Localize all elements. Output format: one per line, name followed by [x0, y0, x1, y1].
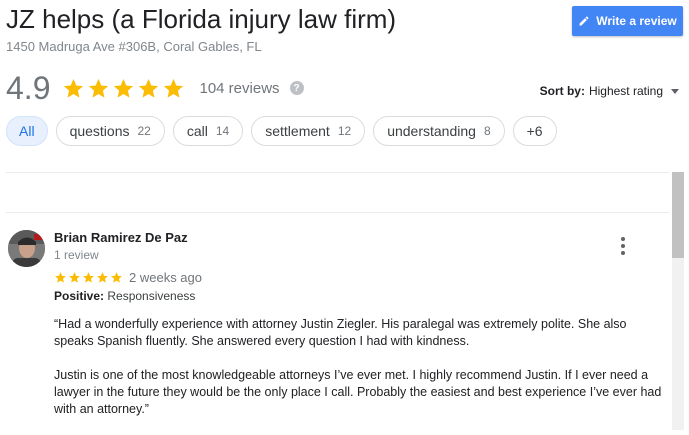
chip-questions[interactable]: questions 22	[55, 116, 165, 146]
topic-chips: All questions 22 call 14 settlement 12 u…	[6, 116, 557, 146]
star-icon	[55, 272, 66, 283]
review-paragraph: “Had a wonderfully experience with attor…	[54, 317, 627, 348]
star-icon	[111, 272, 122, 283]
chip-more[interactable]: +6	[512, 116, 557, 146]
review-stars	[54, 271, 123, 284]
chip-label: questions	[69, 123, 130, 139]
positive-value: Responsiveness	[107, 289, 196, 303]
avatar-photo	[8, 230, 45, 267]
star-icon	[97, 272, 108, 283]
pencil-icon	[579, 16, 589, 26]
chip-count: 14	[215, 124, 230, 138]
chip-count: 8	[483, 124, 491, 138]
sort-value: Highest rating	[588, 84, 663, 98]
chip-label: settlement	[265, 123, 330, 139]
star-icon	[139, 78, 159, 98]
business-address: 1450 Madruga Ave #306B, Coral Gables, FL	[6, 39, 262, 54]
chip-count: 22	[137, 124, 151, 138]
review-paragraph: Justin is one of the most knowledgeable …	[54, 368, 662, 416]
chip-all[interactable]: All	[6, 116, 48, 146]
review-time: 2 weeks ago	[129, 270, 202, 285]
kebab-dot	[621, 237, 625, 241]
review-text: “Had a wonderfully experience with attor…	[54, 316, 664, 435]
chip-label: understanding	[387, 123, 476, 139]
more-options-icon[interactable]	[617, 237, 629, 255]
positive-label: Positive:	[54, 289, 105, 303]
business-title: JZ helps (a Florida injury law firm)	[6, 4, 397, 34]
sort-dropdown[interactable]: Sort by: Highest rating	[540, 84, 679, 98]
divider	[6, 212, 669, 213]
star-icon	[64, 78, 84, 98]
chip-count: 12	[337, 124, 352, 138]
review-meta: 2 weeks ago	[54, 270, 202, 285]
positive-attributes: Positive: Responsiveness	[54, 289, 195, 303]
scrollbar-thumb[interactable]	[672, 172, 684, 258]
star-icon	[114, 78, 134, 98]
chip-settlement[interactable]: settlement 12	[251, 116, 366, 146]
chip-call[interactable]: call 14	[172, 116, 244, 146]
kebab-dot	[621, 244, 625, 248]
chip-label: +6	[526, 123, 543, 139]
chip-label: call	[186, 123, 208, 139]
star-icon	[89, 78, 109, 98]
star-icon	[164, 78, 184, 98]
caret-down-icon	[671, 88, 679, 94]
average-rating: 4.9	[6, 69, 51, 106]
write-review-button[interactable]: Write a review	[572, 6, 683, 36]
sort-label: Sort by:	[539, 84, 585, 98]
rating-summary: 4.9 104 reviews ?	[6, 68, 304, 108]
reviewer-review-count: 1 review	[54, 248, 99, 262]
star-icon	[69, 272, 80, 283]
kebab-dot	[621, 251, 625, 255]
avatar[interactable]	[8, 230, 45, 267]
rating-stars	[62, 77, 185, 100]
star-icon	[83, 272, 94, 283]
chip-label: All	[19, 123, 35, 139]
help-icon[interactable]: ?	[289, 81, 304, 95]
divider	[6, 172, 669, 173]
review-count: 104 reviews	[199, 79, 280, 97]
reviewer-name[interactable]: Brian Ramirez De Paz	[54, 230, 188, 245]
write-review-label: Write a review	[596, 14, 677, 28]
chip-understanding[interactable]: understanding 8	[373, 116, 505, 146]
